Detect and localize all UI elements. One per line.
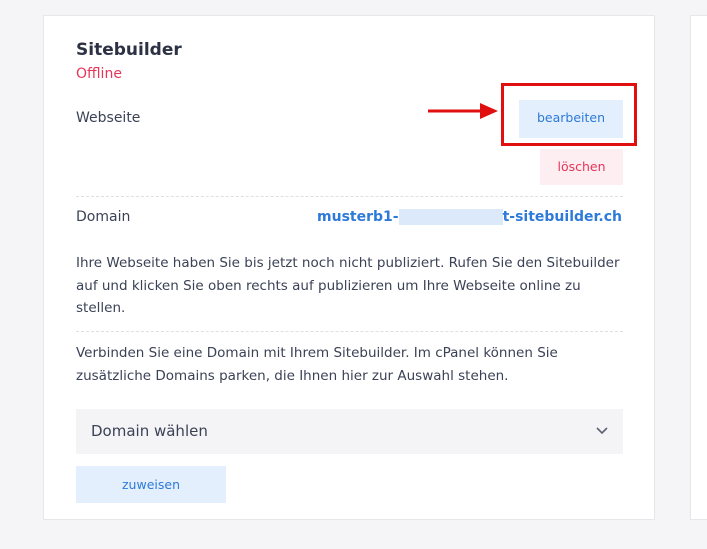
domain-link-start: musterb1- [317,209,399,225]
domain-link[interactable]: musterb1- t-sitebuilder.ch [317,209,622,225]
sitebuilder-card: Sitebuilder Offline Webseite bearbeiten … [43,15,655,520]
chevron-down-icon [596,427,608,435]
assign-button[interactable]: zuweisen [76,466,226,503]
divider [76,196,623,197]
delete-button[interactable]: löschen [540,149,623,185]
status-badge: Offline [76,66,122,82]
divider [76,331,623,332]
connect-text: Verbinden Sie eine Domain mit Ihrem Site… [76,345,558,384]
redacted-text [398,209,503,225]
website-label: Webseite [76,110,141,126]
edit-button[interactable]: bearbeiten [519,100,623,138]
domain-label: Domain [76,209,131,225]
domain-select[interactable]: Domain wählen [76,409,623,454]
adjacent-card [690,15,707,520]
arrow-right-icon [428,103,498,119]
card-title: Sitebuilder [76,40,182,60]
domain-link-end: t-sitebuilder.ch [502,209,622,225]
domain-select-value: Domain wählen [91,422,208,440]
info-text: Ihre Webseite haben Sie bis jetzt noch n… [76,255,620,316]
